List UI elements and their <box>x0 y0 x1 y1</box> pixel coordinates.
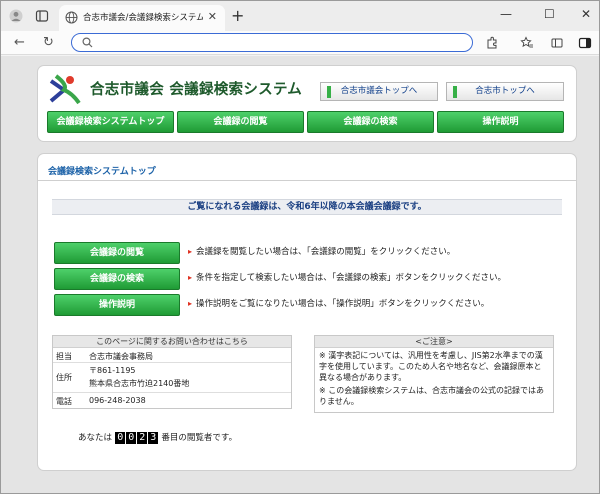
menu-help-button[interactable]: 操作説明 <box>437 111 564 133</box>
browser-tab[interactable]: 合志市議会/会議録検索システム ✕ <box>59 5 225 31</box>
link-marker <box>327 86 331 98</box>
main-panel: 会議録検索システムトップ ご覧になれる会議録は、令和6年以降の本会議会議録です。… <box>37 153 577 471</box>
browser-window: 合志市議会/会議録検索システム ✕ + — ☐ ✕ ← ↻ 合志市議会 会議録検… <box>0 0 600 494</box>
bullet-marker: ▸ <box>188 299 193 308</box>
divider <box>38 180 576 181</box>
city-top-link-label: 合志市トップへ <box>475 86 535 96</box>
bullet-marker: ▸ <box>188 247 193 256</box>
maximize-button[interactable]: ☐ <box>544 7 555 21</box>
menu-search-button[interactable]: 会議録の検索 <box>307 111 434 133</box>
caution-note: ※ この会議録検索システムは、合志市議会の公式の記録ではありません。 <box>319 386 545 406</box>
help-button[interactable]: 操作説明 <box>54 294 180 316</box>
site-title: 合志市議会 会議録検索システム <box>90 82 303 98</box>
city-logo-icon <box>49 74 81 105</box>
menu-top-button[interactable]: 会議録検索システムトップ <box>47 111 174 133</box>
contact-row: 住所 〒861-1195 熊本県合志市竹迫2140番地 <box>53 363 291 393</box>
extensions-icon[interactable] <box>485 36 499 50</box>
browse-description: ▸ 会議録を閲覧したい場合は、「会議録の閲覧」をクリックください。 <box>188 247 456 257</box>
reload-icon[interactable]: ↻ <box>43 35 54 50</box>
search-icon <box>82 37 93 48</box>
help-description: ▸ 操作説明をご覧になりたい場合は、「操作説明」ボタンをクリックください。 <box>188 299 490 309</box>
minimize-button[interactable]: — <box>500 7 512 21</box>
favorites-icon[interactable] <box>520 36 534 50</box>
address-toolbar: ← ↻ <box>1 31 599 55</box>
menu-browse-button[interactable]: 会議録の閲覧 <box>177 111 304 133</box>
counter-digit: 0 <box>115 431 126 444</box>
gikai-top-link-label: 合志市議会トップへ <box>340 86 418 96</box>
caution-note: ※ 漢字表記については、汎用性を考慮し、JIS第2水準までの漢字を使用しています… <box>319 351 543 382</box>
bullet-marker: ▸ <box>188 273 193 282</box>
contact-heading: このページに関するお問い合わせはこちら <box>53 336 291 348</box>
city-top-link[interactable]: 合志市トップへ <box>446 82 564 101</box>
address-bar[interactable] <box>71 33 473 52</box>
browse-button[interactable]: 会議録の閲覧 <box>54 242 180 264</box>
back-arrow-icon[interactable]: ← <box>14 35 25 50</box>
counter-digit: 3 <box>148 431 159 444</box>
page-title: 会議録検索システムトップ <box>48 167 156 177</box>
counter-digit: 0 <box>126 431 137 444</box>
search-description: ▸ 条件を指定して検索したい場合は、「会議録の検索」ボタンをクリックください。 <box>188 273 507 283</box>
link-marker <box>453 86 457 98</box>
tab-actions-icon[interactable] <box>35 9 49 23</box>
globe-icon <box>65 11 78 24</box>
site-header: 合志市議会 会議録検索システム 合志市議会トップへ 合志市トップへ 会議録検索シ… <box>37 65 577 142</box>
caution-heading: <ご注意> <box>315 336 553 348</box>
close-window-button[interactable]: ✕ <box>581 7 591 21</box>
new-tab-button[interactable]: + <box>231 6 244 25</box>
notice-banner: ご覧になれる会議録は、令和6年以降の本会議会議録です。 <box>52 199 562 215</box>
profile-icon[interactable] <box>9 9 23 23</box>
contact-row: 担当 合志市議会事務局 <box>53 349 291 363</box>
contact-row: 電話 096-248-2038 <box>56 396 146 406</box>
close-tab-icon[interactable]: ✕ <box>208 10 217 23</box>
contact-box: このページに関するお問い合わせはこちら 担当 合志市議会事務局 住所 〒861-… <box>52 335 292 409</box>
sidebar-icon[interactable] <box>578 36 592 50</box>
collections-icon[interactable] <box>550 36 564 50</box>
page-viewport: 合志市議会 会議録検索システム 合志市議会トップへ 合志市トップへ 会議録検索シ… <box>1 56 599 493</box>
title-bar: 合志市議会/会議録検索システム ✕ + — ☐ ✕ <box>1 1 599 31</box>
search-button[interactable]: 会議録の検索 <box>54 268 180 290</box>
visitor-counter: あなたは 0023 番目の閲覧者です。 <box>78 431 238 444</box>
gikai-top-link[interactable]: 合志市議会トップへ <box>320 82 438 101</box>
caution-box: <ご注意> ※ 漢字表記については、汎用性を考慮し、JIS第2水準までの漢字を使… <box>314 335 554 413</box>
counter-digit: 2 <box>137 431 148 444</box>
tab-title: 合志市議会/会議録検索システム <box>83 13 203 23</box>
